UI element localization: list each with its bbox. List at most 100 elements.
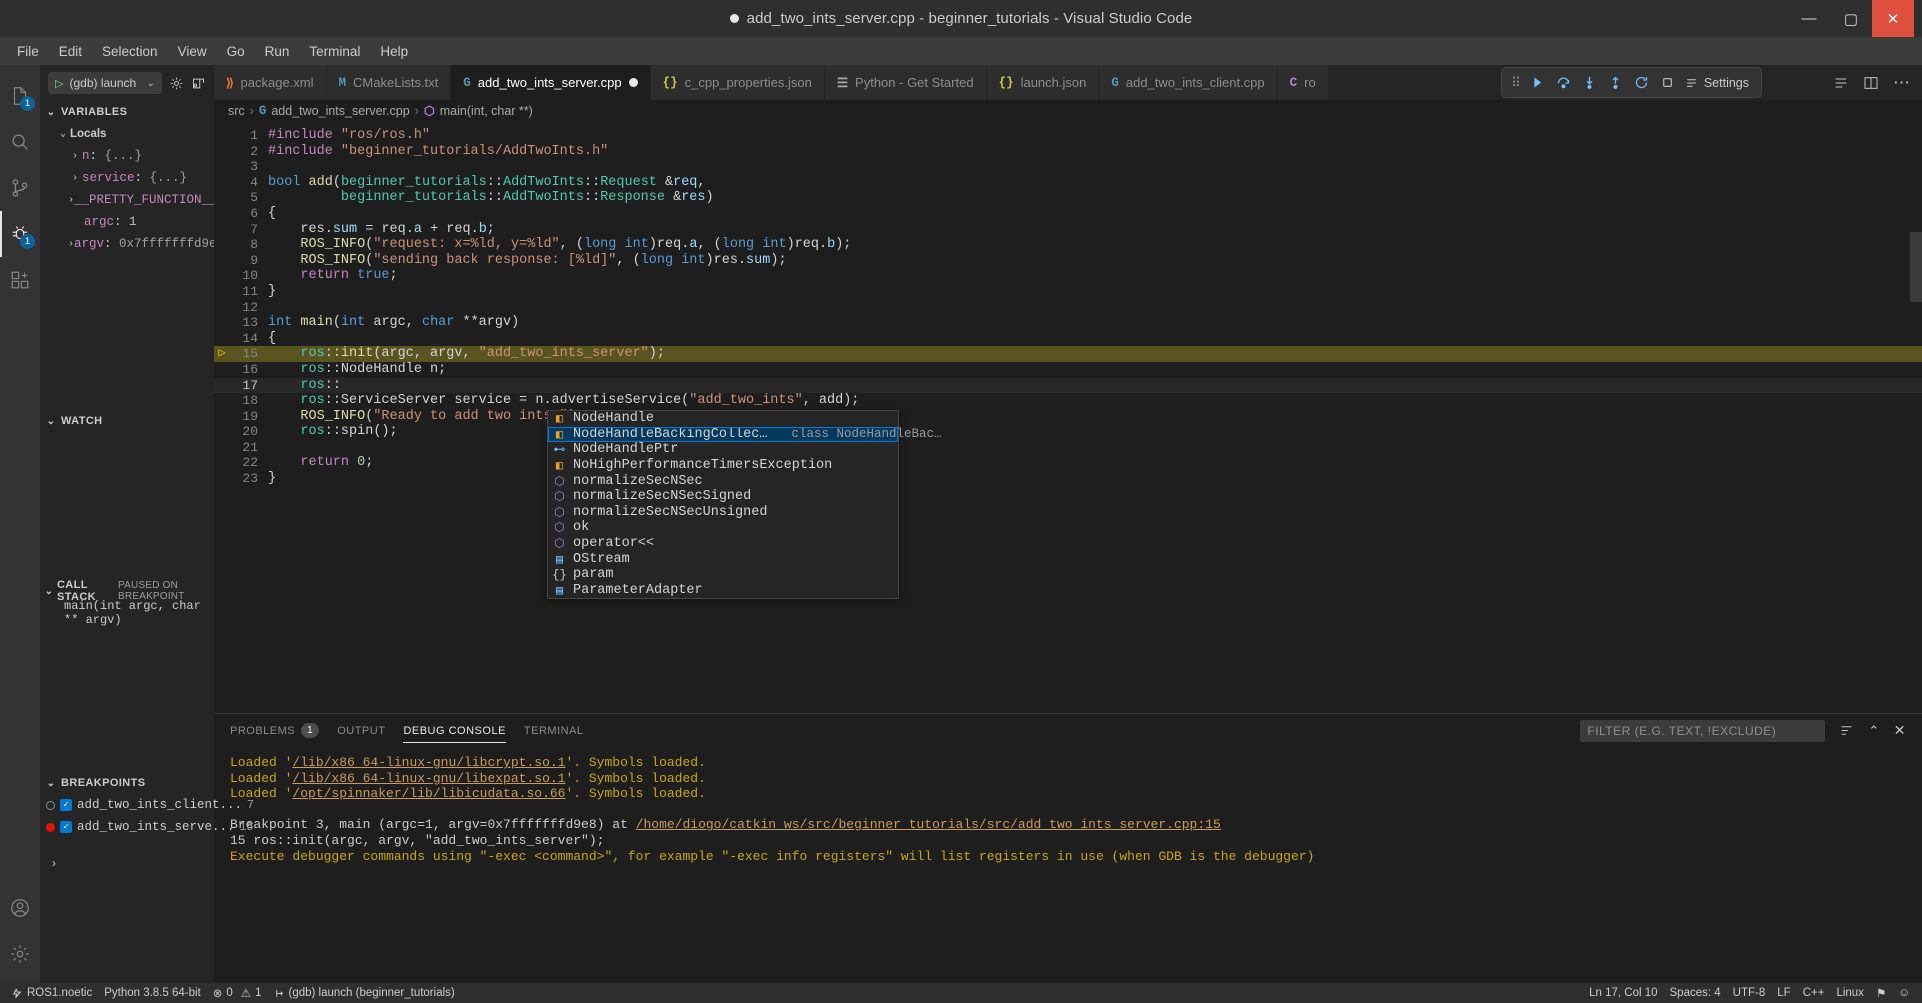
menu-terminal[interactable]: Terminal <box>300 41 369 62</box>
section-header-breakpoints[interactable]: ⌄ BREAKPOINTS <box>40 772 214 794</box>
variable-row-pretty-function[interactable]: › __PRETTY_FUNCTION__ : [22] <box>40 189 262 211</box>
menu-selection[interactable]: Selection <box>93 41 167 62</box>
suggestion-popup[interactable]: ◧ NodeHandle ◧ NodeHandleBackingCollec… clas… <box>547 410 941 600</box>
suggestion-item[interactable]: ⬡ normalizeSecNSecSigned <box>548 489 898 505</box>
code-line[interactable]: 17 ros:: <box>214 377 1922 394</box>
breakpoint-row[interactable]: ✓ add_two_ints_serve... 15 <box>40 816 253 838</box>
code-line[interactable]: 16 ros::NodeHandle n; <box>214 362 1922 378</box>
tab-c-cpp-properties-json[interactable]: {} c_cpp_properties.json <box>650 65 825 100</box>
code-line[interactable]: 19 ROS_INFO("Ready to add two ints."); <box>214 409 1922 425</box>
panel-tab-debug-console[interactable]: DEBUG CONSOLE <box>403 719 505 743</box>
breakpoint-checkbox[interactable]: ✓ <box>60 799 72 811</box>
breakpoint-checkbox[interactable]: ✓ <box>60 821 72 833</box>
breadcrumb-item-file[interactable]: add_two_ints_server.cpp <box>271 104 409 118</box>
callstack-frame-row[interactable]: main(int argc, char ** argv) <box>40 599 214 627</box>
open-debug-console-icon[interactable] <box>191 76 206 91</box>
code-editor[interactable]: 1 #include "ros/ros.h" 2 #include "beginner… <box>214 122 1922 713</box>
menu-file[interactable]: File <box>8 41 48 62</box>
menu-run[interactable]: Run <box>256 41 299 62</box>
breakpoints-expand-icon[interactable]: › <box>40 856 214 870</box>
suggestion-item[interactable]: ▤ OStream <box>548 551 898 567</box>
code-line[interactable]: 23} <box>214 471 1922 487</box>
step-over-button[interactable] <box>1551 71 1577 95</box>
status-encoding[interactable]: UTF-8 <box>1727 983 1772 1003</box>
restart-button[interactable] <box>1629 71 1655 95</box>
step-out-button[interactable] <box>1603 71 1629 95</box>
open-changes-icon[interactable] <box>1833 75 1849 91</box>
suggestion-item[interactable]: ⊷ NodeHandlePtr <box>548 442 898 458</box>
activity-item-accounts[interactable] <box>0 885 40 931</box>
code-line[interactable]: 20 ros::spin(); <box>214 424 1922 440</box>
code-line[interactable]: 12 <box>214 300 1922 316</box>
menu-help[interactable]: Help <box>371 41 417 62</box>
activity-item-explorer[interactable]: 1 <box>0 73 40 119</box>
debug-toolbar-grip[interactable]: ⠿ <box>1506 75 1525 91</box>
code-line[interactable]: 7 res.sum = req.a + req.b; <box>214 222 1922 238</box>
breakpoint-glyph[interactable]: ▷ <box>214 346 230 362</box>
status-feedback[interactable]: ☺ <box>1892 983 1916 1003</box>
status-notifications[interactable]: ⚑ <box>1870 983 1892 1003</box>
activity-item-extensions[interactable] <box>0 257 40 303</box>
continue-button[interactable] <box>1525 71 1551 95</box>
code-line[interactable]: 14 { <box>214 331 1922 347</box>
tab-cmakelists-txt[interactable]: M CMakeLists.txt <box>326 65 452 100</box>
code-line[interactable]: 8 ROS_INFO("request: x=%ld, y=%ld", (lon… <box>214 237 1922 253</box>
code-line[interactable]: 4 bool add(beginner_tutorials::AddTwoInts… <box>214 175 1922 191</box>
start-debug-icon[interactable]: ▷ <box>55 77 63 90</box>
panel-tab-problems[interactable]: PROBLEMS 1 <box>230 717 320 744</box>
suggestion-item[interactable]: ◧ NodeHandle <box>548 411 898 427</box>
console-filter-input[interactable]: Filter (e.g. text, !exclude) <box>1580 719 1826 742</box>
panel-tab-terminal[interactable]: TERMINAL <box>524 719 584 743</box>
clear-console-icon[interactable] <box>1839 723 1854 738</box>
suggestion-item[interactable]: {} param <box>548 567 898 583</box>
chevron-right-icon[interactable]: › <box>68 173 82 184</box>
suggestion-item[interactable]: ◧ NodeHandleBackingCollec… class NodeHandl… <box>548 426 941 443</box>
variable-row-n[interactable]: › n : {...} <box>40 145 214 167</box>
panel-tab-output[interactable]: OUTPUT <box>337 719 385 743</box>
tab-dirty-indicator[interactable] <box>628 78 638 87</box>
status-language-mode[interactable]: C++ <box>1797 983 1831 1003</box>
code-line[interactable]: 1 #include "ros/ros.h" <box>214 128 1922 144</box>
activity-item-search[interactable] <box>0 119 40 165</box>
step-into-button[interactable] <box>1577 71 1603 95</box>
suggestion-item[interactable]: ⬡ normalizeSecNSec <box>548 473 898 489</box>
breakpoint-row[interactable]: ✓ add_two_ints_client... 7 <box>40 794 254 816</box>
chevron-right-icon[interactable]: › <box>68 151 82 162</box>
variable-row-argv[interactable]: › argv : 0x7fffffffd9e8 <box>40 233 224 255</box>
tab-ros-partial[interactable]: C ro <box>1277 65 1329 100</box>
activity-item-source-control[interactable] <box>0 165 40 211</box>
code-line[interactable]: 9 ROS_INFO("sending back response: [%ld]… <box>214 253 1922 269</box>
status-errors-warnings[interactable]: ⊗ 0 ⚠ 1 <box>207 983 268 1003</box>
variable-row-argc[interactable]: argc : 1 <box>40 211 214 233</box>
configure-gear-icon[interactable] <box>169 76 184 91</box>
section-header-variables[interactable]: ⌄ VARIABLES <box>40 101 214 123</box>
menu-go[interactable]: Go <box>218 41 254 62</box>
tab-package-xml[interactable]: ⟫ package.xml <box>214 65 327 100</box>
status-remote[interactable]: ROS1.noetic <box>6 983 98 1003</box>
split-editor-icon[interactable] <box>1863 75 1879 91</box>
status-python-version[interactable]: Python 3.8.5 64-bit <box>98 983 207 1003</box>
tab-python-get-started[interactable]: ☰ Python - Get Started <box>824 65 987 100</box>
code-line[interactable]: 3 <box>214 159 1922 175</box>
close-panel-icon[interactable]: ✕ <box>1894 722 1906 739</box>
code-line[interactable]: 6{ <box>214 206 1922 222</box>
suggestion-item[interactable]: ⬡ normalizeSecNSecUnsigned <box>548 505 898 521</box>
maximize-button[interactable]: ▢ <box>1830 0 1872 37</box>
tab-add-two-ints-client-cpp[interactable]: G add_two_ints_client.cpp <box>1099 65 1278 100</box>
collapse-panel-icon[interactable]: ⌃ <box>1868 723 1879 739</box>
code-line[interactable]: 21 <box>214 440 1922 456</box>
suggestion-item[interactable]: ▤ ParameterAdapter <box>548 583 898 599</box>
debug-settings-button[interactable]: Settings <box>1681 76 1757 90</box>
status-debug-config[interactable]: (gdb) launch (beginner_tutorials) <box>268 983 461 1003</box>
code-line[interactable]: 10 return true; <box>214 268 1922 284</box>
status-indentation[interactable]: Spaces: 4 <box>1664 983 1727 1003</box>
more-actions-icon[interactable]: ⋯ <box>1893 74 1910 91</box>
menu-edit[interactable]: Edit <box>50 41 91 62</box>
status-platform[interactable]: Linux <box>1830 983 1870 1003</box>
code-line[interactable]: 13 int main(int argc, char **argv) <box>214 315 1922 331</box>
section-header-watch[interactable]: ⌄ WATCH <box>40 410 214 432</box>
tab-add-two-ints-server-cpp[interactable]: G add_two_ints_server.cpp <box>451 65 651 100</box>
suggestion-item[interactable]: ⬡ ok <box>548 520 898 536</box>
code-line[interactable]: ▷ 15 ros::init(argc, argv, "add_two_ints_… <box>214 346 1922 362</box>
close-button[interactable]: ✕ <box>1872 0 1914 37</box>
